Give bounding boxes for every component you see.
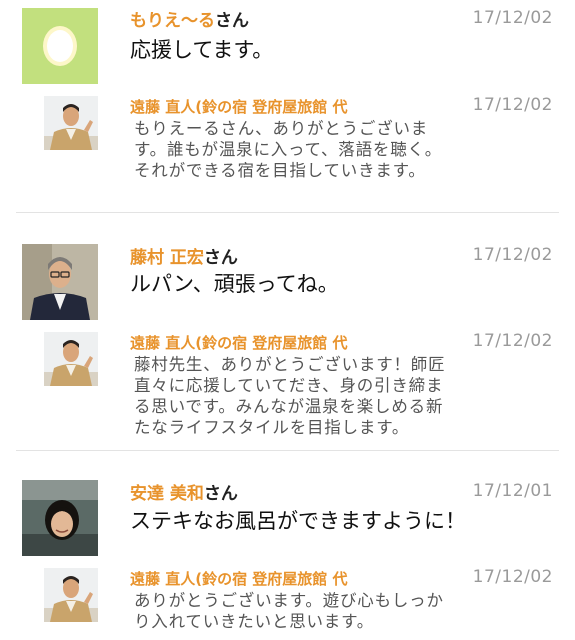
avatar[interactable]	[44, 568, 98, 622]
comment-text: ルパン、頑張ってね。	[130, 272, 339, 296]
person-avatar-icon	[22, 244, 98, 320]
reply-text: 藤村先生、ありがとうございます！師匠 直々に応援していてだき、身の引き締ま る思…	[134, 354, 514, 438]
egg-avatar-icon	[43, 26, 77, 66]
comment-date: 17/12/02	[472, 245, 553, 265]
avatar[interactable]	[44, 96, 98, 150]
avatar[interactable]	[22, 244, 98, 320]
comment-date: 17/12/01	[472, 481, 553, 501]
reply-line: 直々に応援していてだき、身の引き締ま	[134, 376, 444, 395]
person-avatar-icon	[22, 480, 98, 556]
comment-text: 応援してます。	[130, 38, 274, 62]
avatar[interactable]	[22, 8, 98, 84]
reply-date: 17/12/02	[472, 567, 553, 587]
person-avatar-icon	[44, 332, 98, 386]
reply-line: ありがとうございます。遊び心もしっか	[134, 591, 444, 610]
reply-text: ありがとうございます。遊び心もしっか り入れていきたいと思います。	[134, 590, 514, 632]
reply-date: 17/12/02	[472, 331, 553, 351]
reply-text: もりえーるさん、ありがとうございま す。誰もが温泉に入って、落語を聴く。 それが…	[134, 118, 514, 181]
reply-line: それができる宿を目指していきます。	[134, 161, 426, 180]
person-avatar-icon	[44, 568, 98, 622]
divider	[16, 450, 559, 451]
reply-line: 藤村先生、ありがとうございます！師匠	[134, 355, 446, 374]
reply-line: もりえーるさん、ありがとうございま	[134, 119, 429, 138]
avatar[interactable]	[22, 480, 98, 556]
commenter-name[interactable]: 藤村 正宏さん	[130, 243, 238, 268]
commenter-name[interactable]: 安達 美和さん	[130, 479, 238, 504]
reply-line: す。誰もが温泉に入って、落語を聴く。	[134, 140, 443, 159]
comment-date: 17/12/02	[472, 8, 553, 28]
reply-line: り入れていきたいと思います。	[134, 612, 375, 631]
reply-line: る思いです。みんなが温泉を楽しめる新	[134, 397, 444, 416]
commenter-name[interactable]: もりえ〜るさん	[130, 6, 249, 31]
replier-name[interactable]: 遠藤 直人(鈴の宿 登府屋旅館 代	[130, 332, 348, 353]
comment-text: ステキなお風呂ができますように！	[130, 509, 466, 533]
replier-name[interactable]: 遠藤 直人(鈴の宿 登府屋旅館 代	[130, 96, 348, 117]
reply-line: たなライフスタイルを目指します。	[134, 418, 410, 437]
replier-name[interactable]: 遠藤 直人(鈴の宿 登府屋旅館 代	[130, 568, 348, 589]
person-avatar-icon	[44, 96, 98, 150]
reply-date: 17/12/02	[472, 95, 553, 115]
divider	[16, 212, 559, 213]
avatar[interactable]	[44, 332, 98, 386]
